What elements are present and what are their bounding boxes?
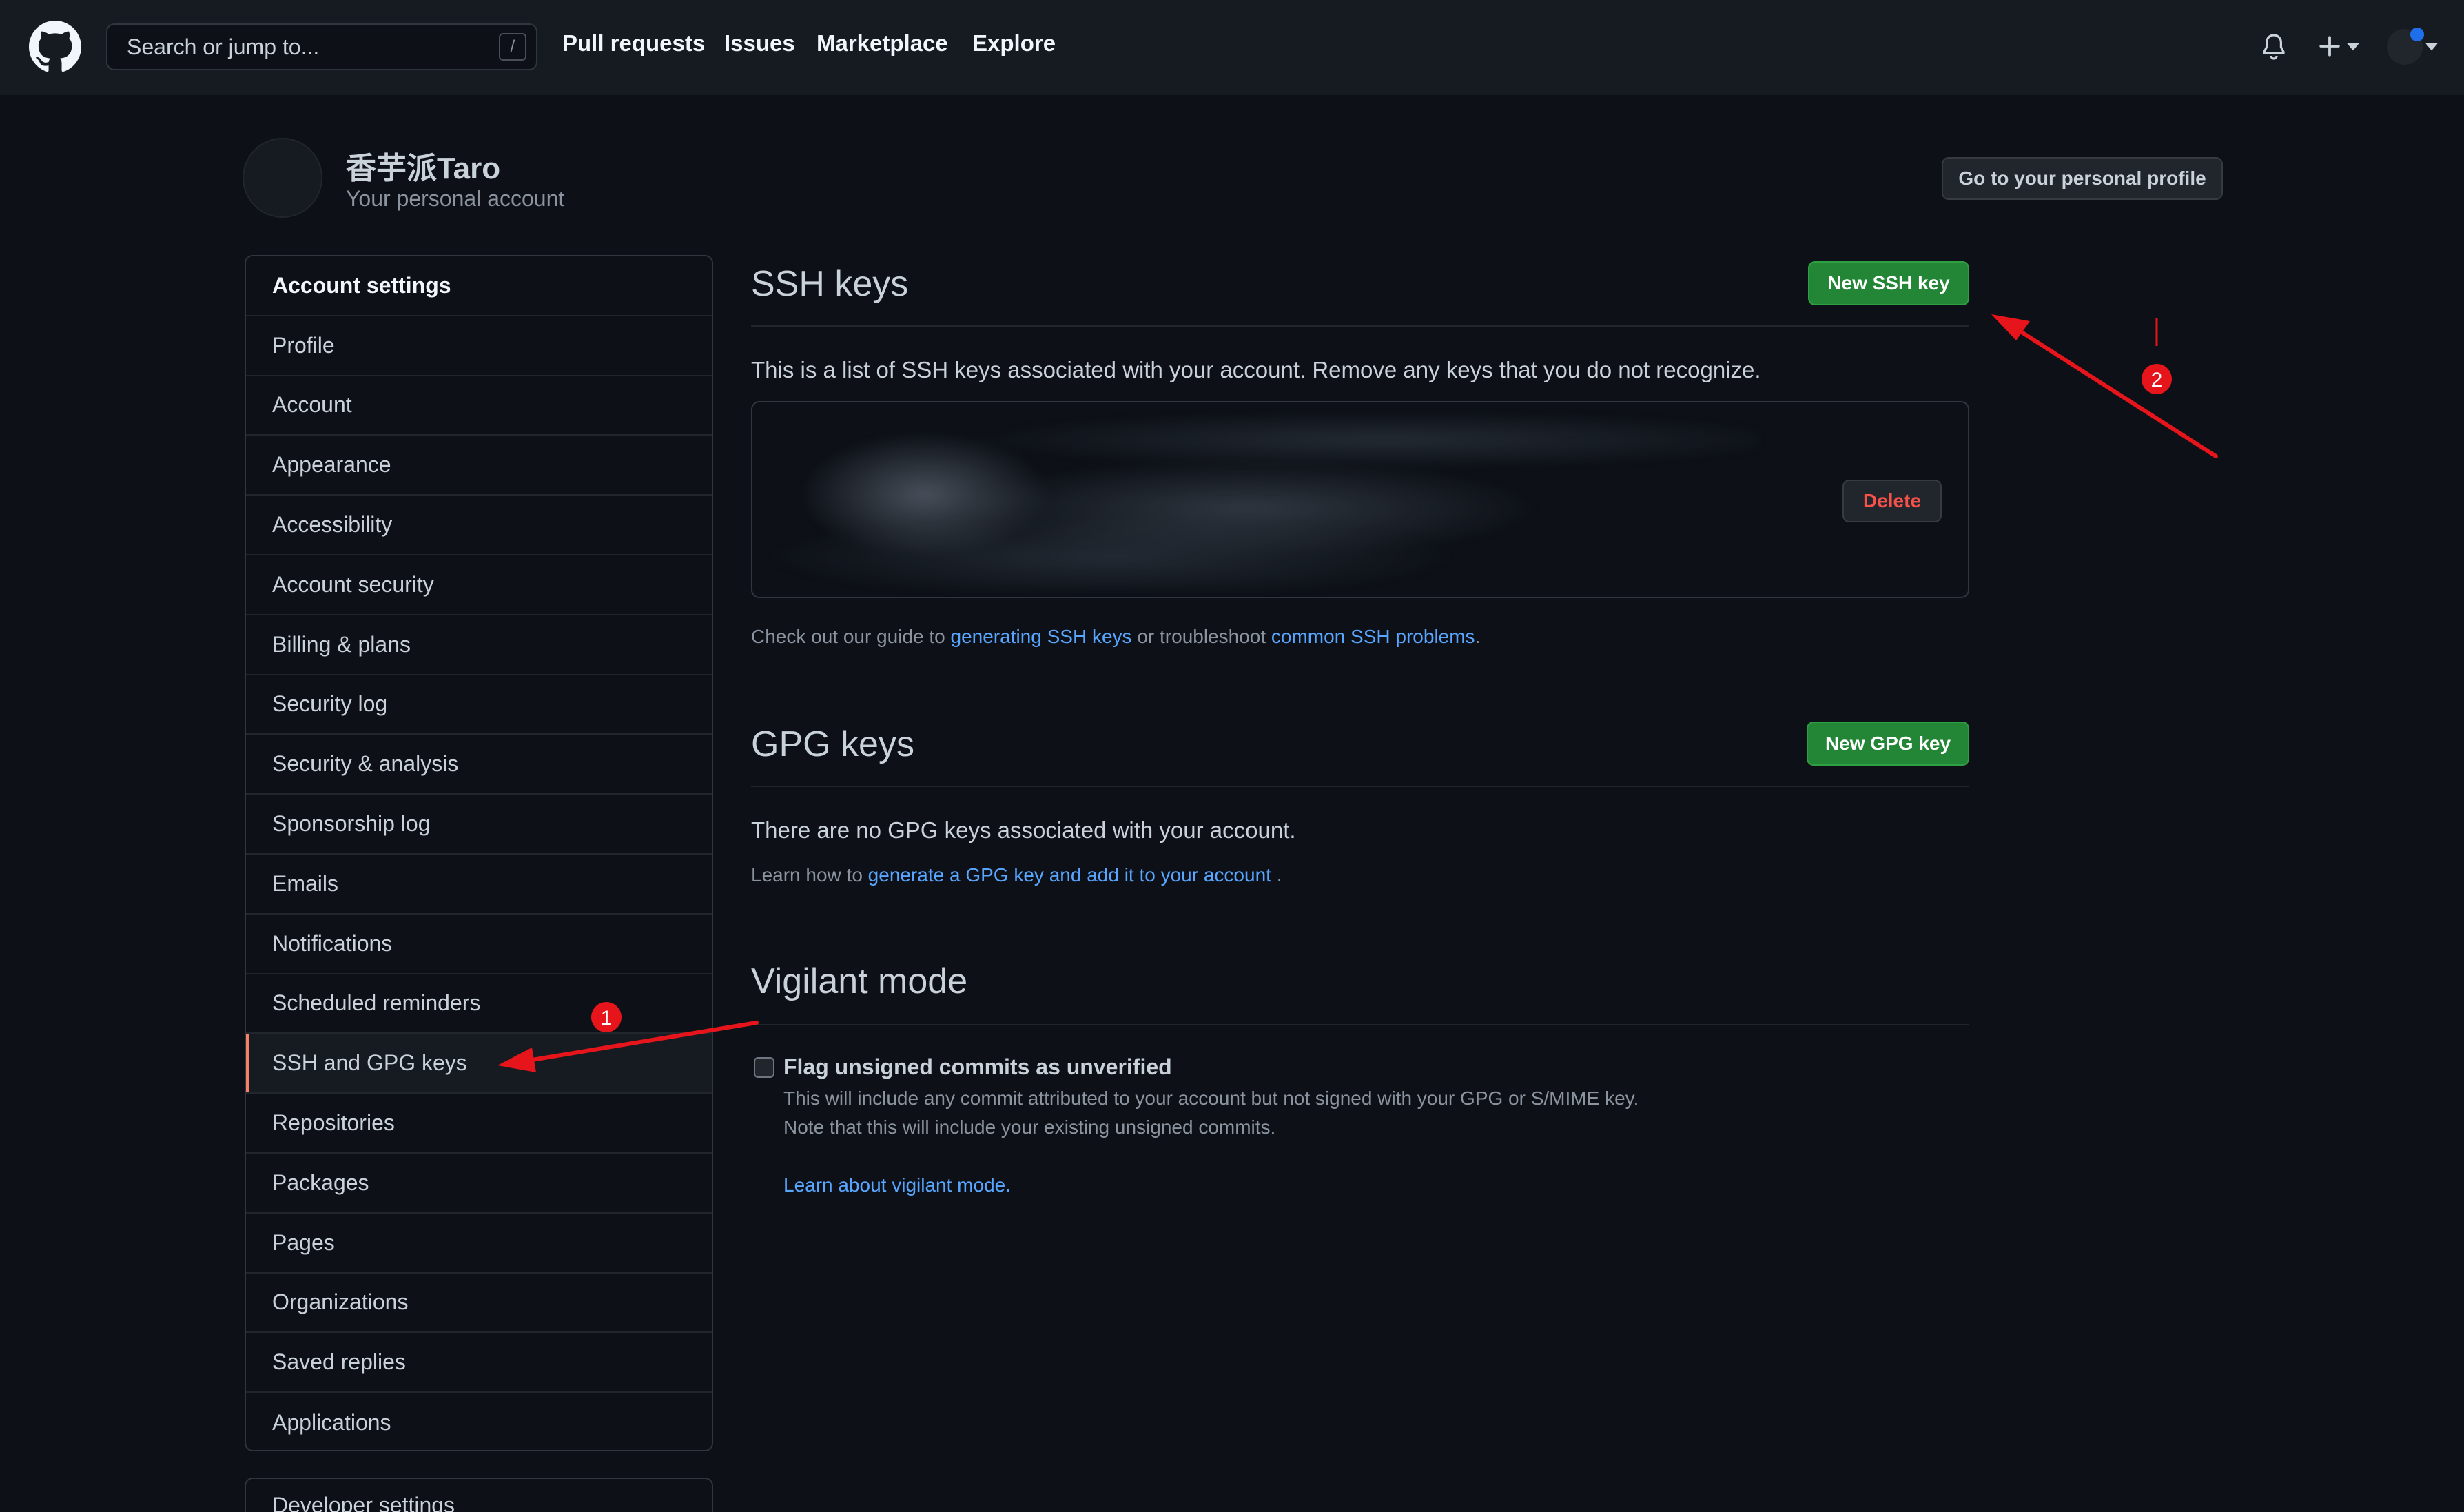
search-shortcut-badge: /: [499, 33, 526, 61]
sidebar-item-appearance[interactable]: Appearance: [246, 436, 712, 496]
sidebar-item-accessibility[interactable]: Accessibility: [246, 496, 712, 555]
user-avatar: [243, 138, 322, 218]
annotation-marker-2: 2: [2142, 364, 2172, 394]
new-ssh-key-button[interactable]: New SSH key: [1808, 261, 1969, 305]
search-placeholder: Search or jump to...: [127, 34, 320, 59]
flag-unsigned-label[interactable]: Flag unsigned commits as unverified: [783, 1054, 1172, 1080]
plus-icon[interactable]: [2318, 34, 2341, 58]
sidebar-item-packages[interactable]: Packages: [246, 1154, 712, 1214]
nav-explore[interactable]: Explore: [972, 30, 1056, 57]
nav-marketplace[interactable]: Marketplace: [817, 30, 948, 57]
learn-end: .: [1271, 864, 1282, 886]
svg-text:2: 2: [2151, 369, 2163, 391]
divider: [751, 325, 1969, 327]
sidebar-item-billing[interactable]: Billing & plans: [246, 615, 712, 675]
sidebar-item-pages[interactable]: Pages: [246, 1214, 712, 1274]
common-ssh-problems-link[interactable]: common SSH problems: [1271, 626, 1475, 647]
status-dot: [2410, 28, 2424, 41]
top-header: Search or jump to... / Pull requests Iss…: [0, 0, 2464, 95]
vigilant-mode-title: Vigilant mode: [751, 961, 968, 1001]
delete-ssh-key-button[interactable]: Delete: [1842, 480, 1942, 522]
chevron-down-icon[interactable]: [2425, 43, 2438, 51]
new-gpg-key-button[interactable]: New GPG key: [1807, 722, 1969, 766]
search-input[interactable]: Search or jump to... /: [106, 23, 537, 70]
sidebar-item-repositories[interactable]: Repositories: [246, 1094, 712, 1154]
guide-end: .: [1475, 626, 1481, 647]
sidebar-item-applications[interactable]: Applications: [246, 1393, 712, 1450]
gpg-empty-text: There are no GPG keys associated with yo…: [751, 817, 1296, 843]
account-type: Your personal account: [346, 186, 565, 211]
sidebar-item-scheduled-reminders[interactable]: Scheduled reminders: [246, 974, 712, 1034]
avatar[interactable]: [2387, 28, 2424, 65]
ssh-description: This is a list of SSH keys associated wi…: [751, 357, 1761, 382]
divider: [751, 786, 1969, 787]
sidebar-item-saved-replies[interactable]: Saved replies: [246, 1333, 712, 1393]
page: Search or jump to... / Pull requests Iss…: [0, 0, 2464, 1512]
flag-unsigned-checkbox[interactable]: [754, 1057, 774, 1078]
sidebar-item-security-log[interactable]: Security log: [246, 675, 712, 735]
vigilant-note-2: Note that this will include your existin…: [783, 1116, 1276, 1138]
sidebar-heading: Account settings: [246, 256, 712, 316]
ssh-guide-text: Check out our guide to generating SSH ke…: [751, 626, 1480, 648]
vigilant-note-1: This will include any commit attributed …: [783, 1087, 1639, 1109]
gpg-keys-title: GPG keys: [751, 724, 914, 764]
github-logo-icon[interactable]: [29, 21, 81, 73]
divider: [751, 1024, 1969, 1025]
learn-vigilant-mode-link[interactable]: Learn about vigilant mode.: [783, 1174, 1011, 1196]
ssh-key-item: Delete: [751, 401, 1969, 598]
sidebar-item-notifications[interactable]: Notifications: [246, 915, 712, 974]
sidebar-item-account[interactable]: Account: [246, 376, 712, 436]
gpg-learn-text: Learn how to generate a GPG key and add …: [751, 864, 1282, 886]
settings-sidebar: Account settings Profile Account Appeara…: [245, 255, 713, 1451]
sidebar-item-ssh-gpg-keys[interactable]: SSH and GPG keys: [246, 1034, 712, 1094]
user-name: 香芋派Taro: [346, 152, 501, 185]
go-to-profile-button[interactable]: Go to your personal profile: [1942, 157, 2223, 200]
learn-prefix: Learn how to: [751, 864, 868, 886]
sidebar-item-profile[interactable]: Profile: [246, 316, 712, 376]
ssh-keys-title: SSH keys: [751, 264, 909, 304]
ssh-key-details-blurred: [766, 412, 1758, 590]
sidebar-item-sponsorship-log[interactable]: Sponsorship log: [246, 795, 712, 855]
chevron-down-icon[interactable]: [2347, 43, 2359, 51]
nav-issues[interactable]: Issues: [724, 30, 795, 57]
guide-middle: or troubleshoot: [1131, 626, 1271, 647]
generating-ssh-keys-link[interactable]: generating SSH keys: [951, 626, 1132, 647]
bell-icon[interactable]: [2261, 33, 2286, 61]
nav-pull-requests[interactable]: Pull requests: [562, 30, 705, 57]
sidebar-item-security-analysis[interactable]: Security & analysis: [246, 735, 712, 795]
guide-prefix: Check out our guide to: [751, 626, 951, 647]
annotation-arrow-2: [1991, 314, 2218, 458]
developer-settings-link[interactable]: Developer settings: [245, 1478, 713, 1512]
generate-gpg-key-link[interactable]: generate a GPG key and add it to your ac…: [868, 864, 1271, 886]
sidebar-item-organizations[interactable]: Organizations: [246, 1274, 712, 1334]
sidebar-item-emails[interactable]: Emails: [246, 855, 712, 915]
sidebar-item-account-security[interactable]: Account security: [246, 555, 712, 615]
